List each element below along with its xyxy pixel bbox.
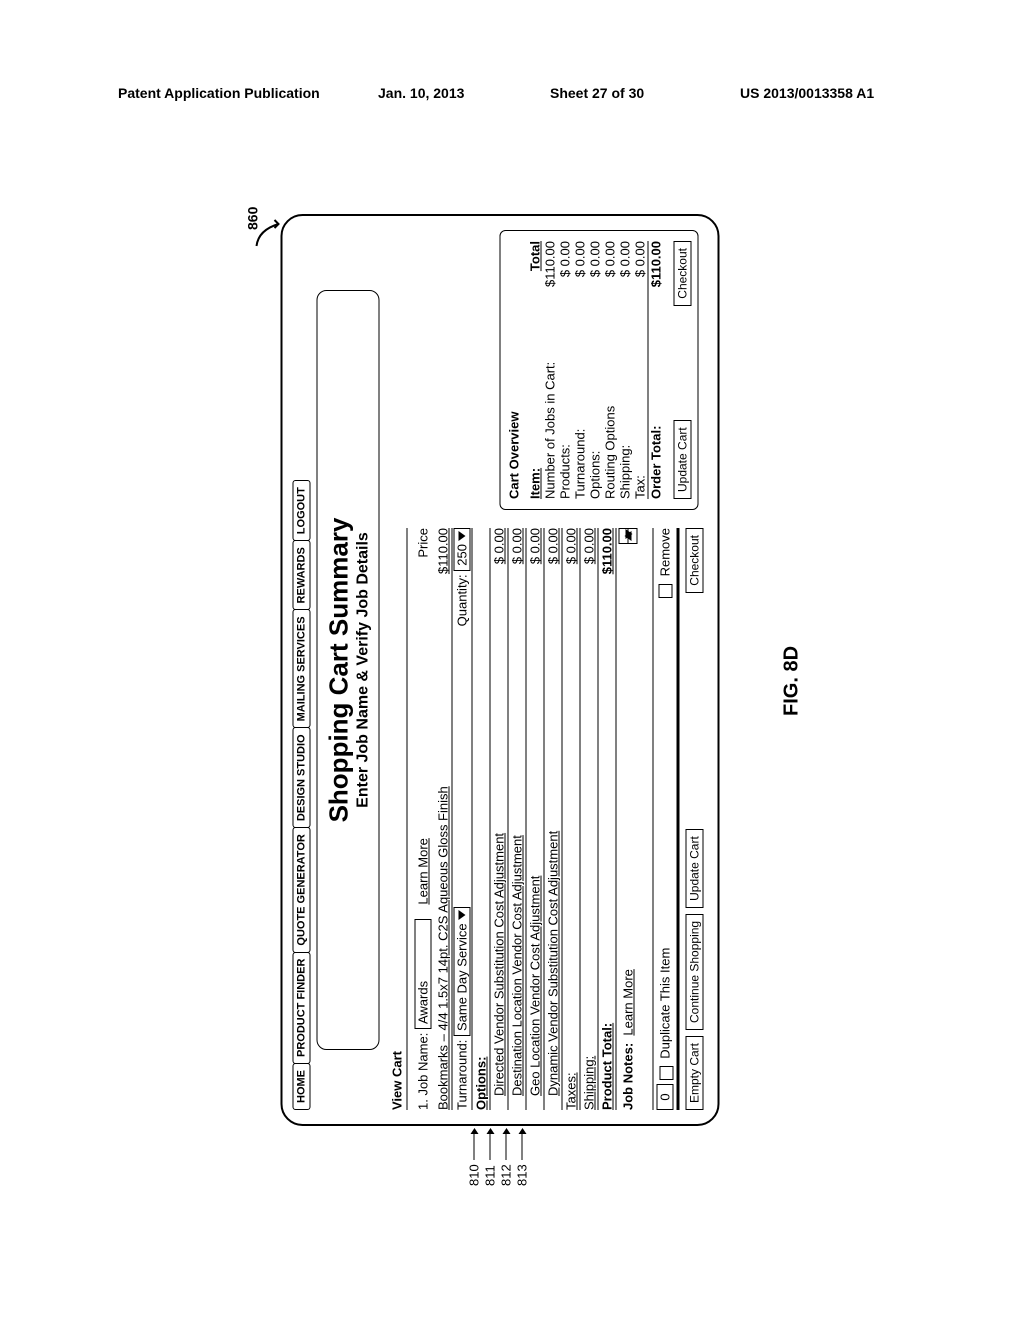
product-total-price: $110.00: [600, 528, 615, 574]
overview-checkout-button[interactable]: Checkout: [674, 241, 692, 306]
option-row: Dynamic Vendor Substitution Cost Adjustm…: [546, 831, 561, 1110]
nav-quote-generator[interactable]: QUOTE GENERATOR: [293, 827, 311, 952]
turnaround-label: Turnaround:: [455, 1040, 470, 1110]
chevron-down-icon: [459, 531, 466, 541]
ov-row-label: Tax:: [633, 475, 648, 499]
pub-type: Patent Application Publication: [118, 85, 320, 101]
ov-row-value: $ 0.00: [573, 241, 588, 277]
remove-label: Remove: [657, 528, 672, 576]
sheet-num: Sheet 27 of 30: [550, 85, 644, 101]
cart-overview: Cart Overview Item: Total Number of Jobs…: [500, 230, 699, 510]
nav-mailing-services[interactable]: MAILING SERVICES: [293, 609, 311, 728]
nav-logout[interactable]: LOGOUT: [293, 480, 311, 541]
ov-row-value: $ 0.00: [618, 241, 633, 277]
ov-row-label: Turnaround:: [573, 429, 588, 499]
options-header: Options:: [474, 1057, 489, 1110]
overview-update-cart-button[interactable]: Update Cart: [674, 420, 692, 499]
notes-scroll[interactable]: [619, 528, 638, 544]
ov-row-value: $ 0.00: [603, 241, 618, 277]
nav-design-studio[interactable]: DESIGN STUDIO: [293, 727, 311, 828]
option-price: $ 0.00: [546, 528, 561, 564]
job-name-label: 1. Job Name:: [416, 1033, 431, 1110]
empty-cart-button[interactable]: Empty Cart: [686, 1036, 704, 1110]
duplicate-count-input[interactable]: 0: [657, 1084, 674, 1110]
learn-more-link[interactable]: Learn More: [416, 838, 431, 904]
overview-title: Cart Overview: [507, 241, 522, 499]
overview-item-hdr: Item:: [528, 468, 543, 499]
ov-row-label: Number of Jobs in Cart:: [543, 362, 558, 499]
overview-total-hdr: Total: [528, 241, 543, 271]
duplicate-label: Duplicate This Item: [658, 948, 673, 1059]
shipping-price: $ 0.00: [582, 528, 597, 564]
option-row: Directed Vendor Substitution Cost Adjust…: [492, 833, 507, 1110]
ov-row-label: Products:: [558, 444, 573, 499]
page-subtitle: Enter Job Name & Verify Job Details: [355, 371, 373, 969]
turnaround-select[interactable]: Same Day Service: [454, 907, 471, 1036]
app-window: HOME PRODUCT FINDER QUOTE GENERATOR DESI…: [281, 214, 720, 1126]
job-notes-label: Job Notes:: [621, 1043, 636, 1110]
bookmarks-line[interactable]: Bookmarks – 4/4 1.5x7 14pt. C2S Aqueous …: [436, 786, 451, 1110]
quantity-select[interactable]: 250: [454, 528, 471, 571]
page-title: Shopping Cart Summary: [324, 371, 355, 969]
remove-checkbox[interactable]: [659, 584, 673, 598]
ov-row-value: $ 0.00: [588, 241, 603, 277]
option-price: $ 0.00: [492, 528, 507, 564]
update-cart-button[interactable]: Update Cart: [686, 829, 704, 908]
ov-row-value: $ 0.00: [558, 241, 573, 277]
ov-row-value: $ 0.00: [633, 241, 648, 277]
pub-number: US 2013/0013358 A1: [740, 85, 874, 101]
shipping-label: Shipping:: [582, 1056, 597, 1110]
leader-arc-icon: [255, 218, 285, 248]
checkout-button[interactable]: Checkout: [686, 528, 704, 593]
ov-row-label: Shipping:: [618, 445, 633, 499]
top-nav: HOME PRODUCT FINDER QUOTE GENERATOR DESI…: [293, 230, 311, 1110]
ov-row-label: Options:: [588, 451, 603, 499]
chevron-down-icon: [625, 530, 640, 540]
product-total-label: Product Total:: [600, 1023, 615, 1110]
pub-date: Jan. 10, 2013: [378, 85, 464, 101]
quantity-label: Quantity:: [455, 574, 470, 626]
option-row: Geo Location Vendor Cost Adjustment: [528, 876, 543, 1110]
figure-label: FIG. 8D: [781, 646, 804, 716]
option-price: $ 0.00: [510, 528, 525, 564]
taxes-label: Taxes:: [564, 1072, 579, 1110]
nav-product-finder[interactable]: PRODUCT FINDER: [293, 952, 311, 1064]
bookmarks-price: $110.00: [436, 528, 451, 574]
ov-row-value: $110.00: [543, 241, 558, 287]
option-price: $ 0.00: [528, 528, 543, 564]
duplicate-checkbox[interactable]: [659, 1066, 673, 1080]
option-row: Destination Location Vendor Cost Adjustm…: [510, 835, 525, 1110]
ov-row-label: Routing Options: [603, 406, 618, 499]
taxes-price: $ 0.00: [564, 528, 579, 564]
job-name-input[interactable]: Awards: [415, 919, 432, 1029]
view-cart-heading: View Cart: [390, 528, 408, 1110]
nav-home[interactable]: HOME: [293, 1063, 311, 1110]
job-notes-learn-more[interactable]: Learn More: [621, 969, 636, 1035]
order-total-value: $110.00: [649, 241, 664, 287]
chevron-down-icon: [459, 910, 466, 920]
title-block: Shopping Cart Summary Enter Job Name & V…: [317, 290, 380, 1050]
continue-shopping-button[interactable]: Continue Shopping: [686, 914, 704, 1030]
price-header: Price: [416, 528, 431, 558]
order-total-label: Order Total:: [649, 426, 664, 499]
nav-rewards[interactable]: REWARDS: [293, 540, 311, 610]
